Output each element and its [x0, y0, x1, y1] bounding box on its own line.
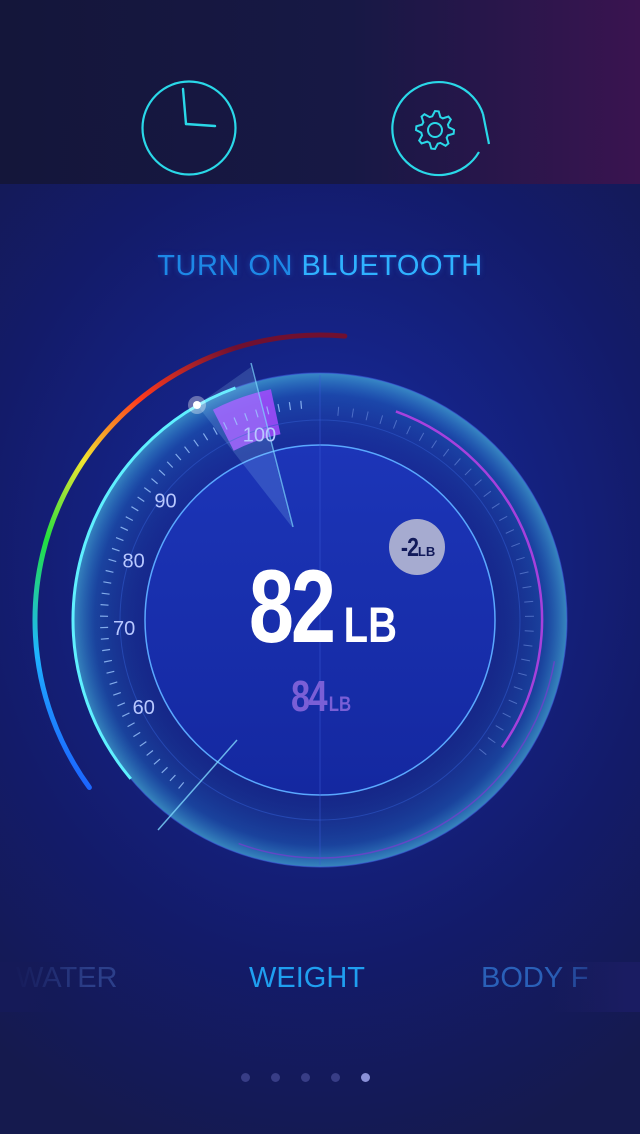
page-dot[interactable] [331, 1073, 340, 1082]
page-dot[interactable] [271, 1073, 280, 1082]
previous-weight-unit: LB [329, 693, 352, 716]
tabs-fade-left [0, 962, 90, 1012]
current-weight: 82 LB [0, 548, 640, 667]
status-prefix: TURN ON [157, 250, 302, 282]
gear-icon [391, 81, 491, 177]
tick-mark [300, 400, 303, 409]
page-dot[interactable] [301, 1073, 310, 1082]
tabs-fade-right [550, 962, 640, 1012]
needle-knob [193, 401, 201, 409]
page-dot[interactable] [361, 1073, 370, 1082]
previous-weight: 84 LB [0, 672, 640, 722]
top-bar [0, 0, 640, 184]
clock-icon [141, 80, 237, 176]
weight-change-value: -2 [400, 531, 419, 562]
weight-change-unit: LB [417, 543, 436, 559]
tab-weight[interactable]: WEIGHT [249, 962, 365, 995]
bluetooth-status[interactable]: TURN ON BLUETOOTH [0, 250, 640, 283]
weight-change-badge: -2 LB [389, 519, 445, 575]
status-highlight: BLUETOOTH [301, 250, 483, 282]
tick-label: 100 [243, 425, 276, 447]
previous-weight-value: 84 [290, 672, 327, 721]
page-dot[interactable] [241, 1073, 250, 1082]
history-button[interactable] [139, 78, 239, 178]
current-weight-value: 82 [248, 549, 336, 665]
current-weight-unit: LB [343, 597, 397, 653]
tick-label: 90 [154, 490, 176, 512]
metric-tabs: WATER WEIGHT BODY F [0, 962, 640, 1012]
settings-button[interactable] [391, 78, 491, 178]
